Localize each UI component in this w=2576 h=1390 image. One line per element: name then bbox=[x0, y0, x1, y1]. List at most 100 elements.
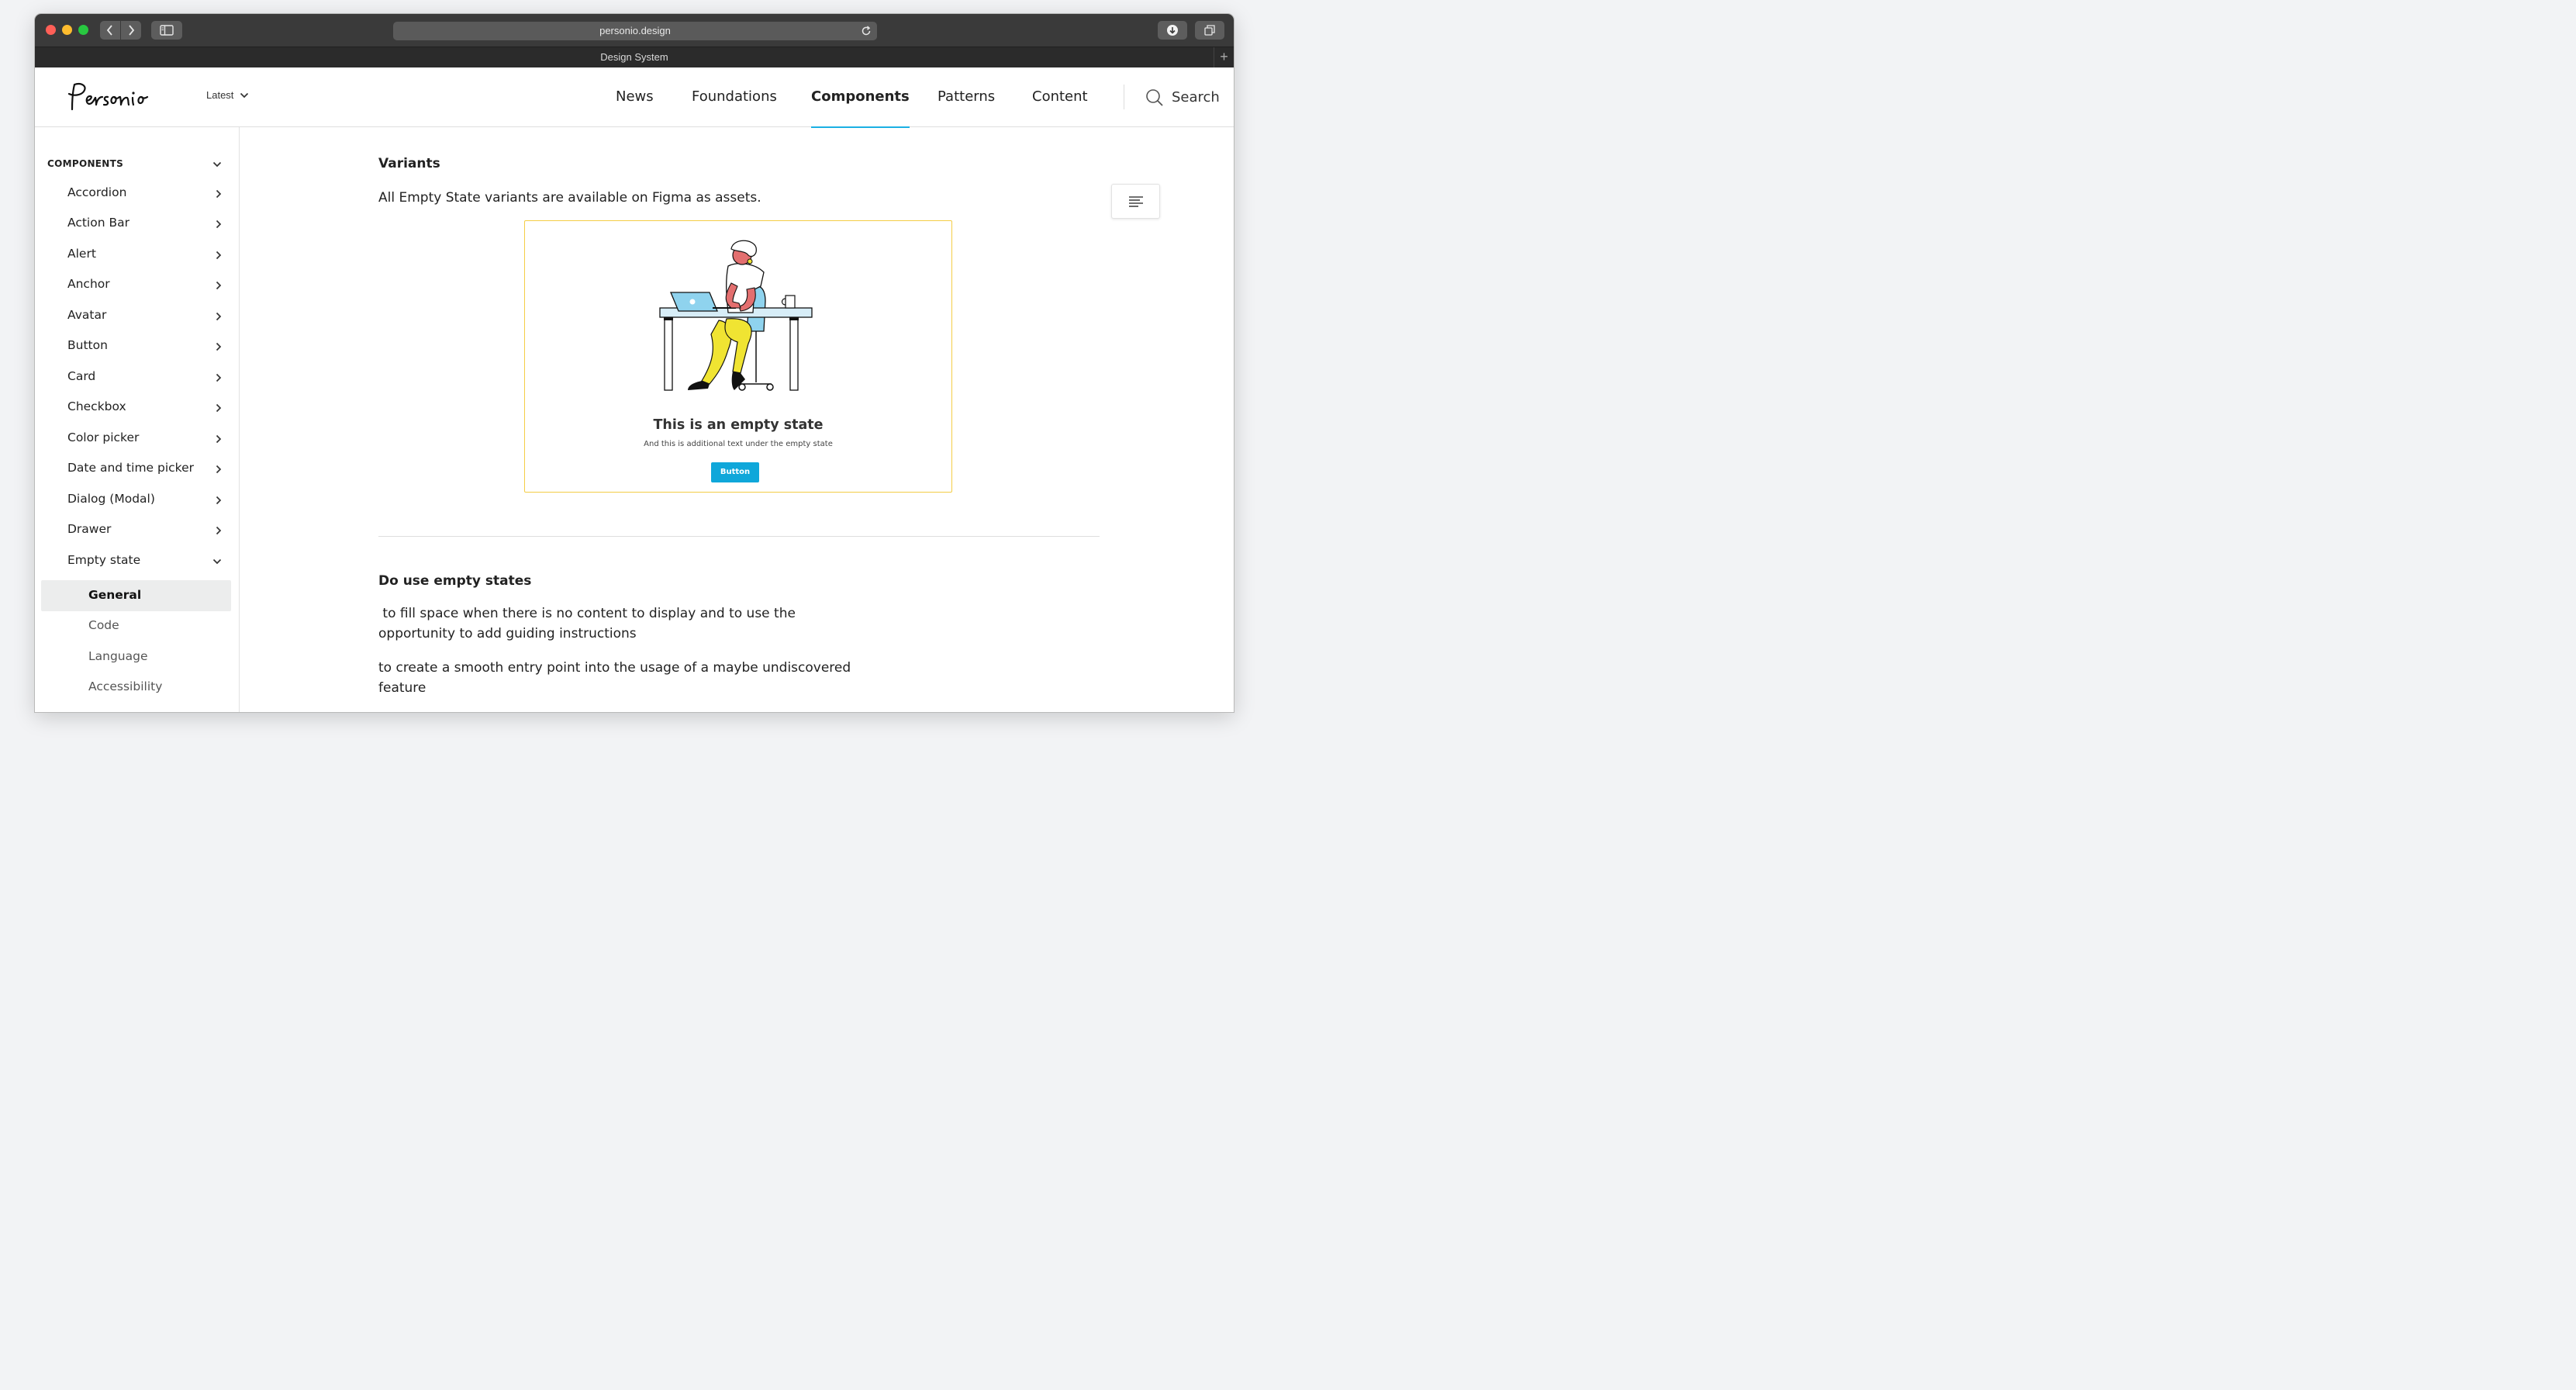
chevron-down-icon[interactable] bbox=[212, 161, 222, 168]
close-window-button[interactable] bbox=[46, 25, 56, 35]
do-use-item: to fill space when there is no content t… bbox=[378, 606, 800, 641]
sidebar-item-button[interactable]: Button bbox=[67, 338, 108, 352]
sidebar-toggle-button[interactable] bbox=[151, 21, 182, 40]
tabs-overview-button[interactable] bbox=[1195, 21, 1224, 40]
sidebar: COMPONENTS Accordion Action Bar Alert An… bbox=[35, 127, 240, 712]
sidebar-item-checkbox[interactable]: Checkbox bbox=[67, 399, 126, 413]
minimize-window-button[interactable] bbox=[62, 25, 72, 35]
chevron-right-icon[interactable] bbox=[216, 526, 222, 535]
address-bar[interactable]: personio.design bbox=[393, 22, 877, 40]
downloads-button[interactable] bbox=[1158, 21, 1187, 40]
version-selector[interactable]: Latest bbox=[206, 89, 249, 101]
nav-content[interactable]: Content bbox=[1032, 67, 1088, 127]
search-button[interactable]: Search bbox=[1145, 67, 1220, 127]
section-divider bbox=[378, 536, 1100, 537]
chevron-right-icon[interactable] bbox=[216, 465, 222, 474]
back-button[interactable] bbox=[100, 21, 120, 40]
download-icon bbox=[1167, 25, 1178, 36]
sidebar-subitem-label: Code bbox=[88, 618, 119, 632]
variants-description: All Empty State variants are available o… bbox=[378, 190, 761, 206]
sidebar-subitem-label: General bbox=[88, 588, 142, 602]
sidebar-subitem-general[interactable]: General bbox=[88, 588, 141, 602]
sidebar-item-card[interactable]: Card bbox=[67, 369, 95, 383]
tab-title[interactable]: Design System bbox=[600, 51, 668, 63]
zoom-window-button[interactable] bbox=[78, 25, 88, 35]
sidebar-item-label: Card bbox=[67, 369, 96, 383]
sidebar-item-label: Empty state bbox=[67, 553, 141, 567]
chevron-right-icon[interactable] bbox=[216, 189, 222, 199]
nav-news-label: News bbox=[616, 88, 654, 105]
chevron-right-icon[interactable] bbox=[216, 220, 222, 229]
nav-components[interactable]: Components bbox=[811, 67, 910, 128]
table-of-contents-button[interactable] bbox=[1111, 184, 1160, 219]
sidebar-subitem-accessibility[interactable]: Accessibility bbox=[88, 679, 162, 693]
sidebar-item-accordion[interactable]: Accordion bbox=[67, 185, 126, 199]
chevron-right-icon[interactable] bbox=[216, 342, 222, 351]
sidebar-item-avatar[interactable]: Avatar bbox=[67, 308, 106, 322]
sidebar-subitem-label: Accessibility bbox=[88, 679, 163, 693]
sidebar-item-label: Accordion bbox=[67, 185, 127, 199]
sidebar-item-label: Anchor bbox=[67, 277, 110, 291]
nav-news[interactable]: News bbox=[616, 67, 654, 127]
browser-titlebar: personio.design bbox=[35, 14, 1234, 47]
search-label: Search bbox=[1172, 89, 1220, 105]
sidebar-item-label: Checkbox bbox=[67, 399, 126, 413]
nav-content-label: Content bbox=[1032, 88, 1088, 105]
sidebar-item-label: Alert bbox=[67, 247, 96, 261]
url-text: personio.design bbox=[599, 25, 671, 36]
table-of-contents-icon bbox=[1128, 195, 1143, 207]
plus-icon: + bbox=[1220, 49, 1228, 64]
sidebar-item-label: Date and time picker bbox=[67, 461, 195, 475]
do-use-item: to create a smooth entry point into the … bbox=[378, 660, 851, 696]
version-label: Latest bbox=[206, 89, 234, 101]
sidebar-item-empty-state[interactable]: Empty state bbox=[67, 553, 140, 567]
chevron-right-icon[interactable] bbox=[216, 373, 222, 382]
chevron-right-icon[interactable] bbox=[216, 403, 222, 413]
tabs-icon bbox=[1204, 25, 1215, 36]
new-tab-button[interactable]: + bbox=[1214, 47, 1234, 67]
chevron-right-icon[interactable] bbox=[216, 281, 222, 290]
main-content: Variants All Empty State variants are av… bbox=[240, 127, 1234, 712]
forward-button[interactable] bbox=[121, 21, 141, 40]
chevron-left-icon bbox=[106, 25, 112, 36]
chevron-down-icon bbox=[240, 92, 249, 98]
sidebar-item-drawer[interactable]: Drawer bbox=[67, 522, 111, 536]
chevron-down-icon[interactable] bbox=[212, 558, 222, 565]
personio-logo-icon bbox=[67, 83, 149, 111]
sidebar-item-label: Action Bar bbox=[67, 216, 129, 230]
sidebar-subitem-code[interactable]: Code bbox=[88, 618, 119, 632]
nav-foundations[interactable]: Foundations bbox=[692, 67, 777, 127]
chevron-right-icon[interactable] bbox=[216, 434, 222, 444]
chevron-right-icon[interactable] bbox=[216, 496, 222, 505]
variants-heading: Variants bbox=[378, 156, 440, 171]
empty-state-title: This is an empty state bbox=[653, 417, 824, 433]
sidebar-section-title[interactable]: COMPONENTS bbox=[47, 158, 123, 169]
sidebar-icon bbox=[160, 25, 174, 36]
sidebar-item-anchor[interactable]: Anchor bbox=[67, 277, 110, 291]
nav-patterns[interactable]: Patterns bbox=[938, 67, 995, 127]
sidebar-item-alert[interactable]: Alert bbox=[67, 247, 96, 261]
empty-state-button[interactable]: Button bbox=[711, 462, 759, 482]
empty-state-subtitle: And this is additional text under the em… bbox=[644, 440, 833, 448]
sidebar-item-date-time-picker[interactable]: Date and time picker bbox=[67, 461, 194, 475]
search-icon bbox=[1146, 88, 1163, 106]
tab-bar: Design System + bbox=[35, 47, 1234, 67]
sidebar-item-label: Color picker bbox=[67, 430, 140, 444]
chevron-right-icon bbox=[129, 25, 135, 36]
do-use-heading: Do use empty states bbox=[378, 573, 532, 589]
sidebar-item-label: Drawer bbox=[67, 522, 112, 536]
nav-patterns-label: Patterns bbox=[938, 88, 996, 105]
personio-logo[interactable] bbox=[63, 81, 162, 114]
empty-state-illustration bbox=[659, 240, 813, 391]
sidebar-item-label: Dialog (Modal) bbox=[67, 492, 155, 506]
chevron-right-icon[interactable] bbox=[216, 312, 222, 321]
sidebar-item-color-picker[interactable]: Color picker bbox=[67, 430, 139, 444]
sidebar-subitem-label: Language bbox=[88, 649, 148, 663]
chevron-right-icon[interactable] bbox=[216, 251, 222, 260]
sidebar-item-label: Button bbox=[67, 338, 108, 352]
sidebar-subitem-language[interactable]: Language bbox=[88, 649, 148, 663]
reload-icon[interactable] bbox=[860, 25, 872, 37]
nav-components-label: Components bbox=[811, 88, 910, 105]
sidebar-item-dialog[interactable]: Dialog (Modal) bbox=[67, 492, 155, 506]
sidebar-item-action-bar[interactable]: Action Bar bbox=[67, 216, 129, 230]
